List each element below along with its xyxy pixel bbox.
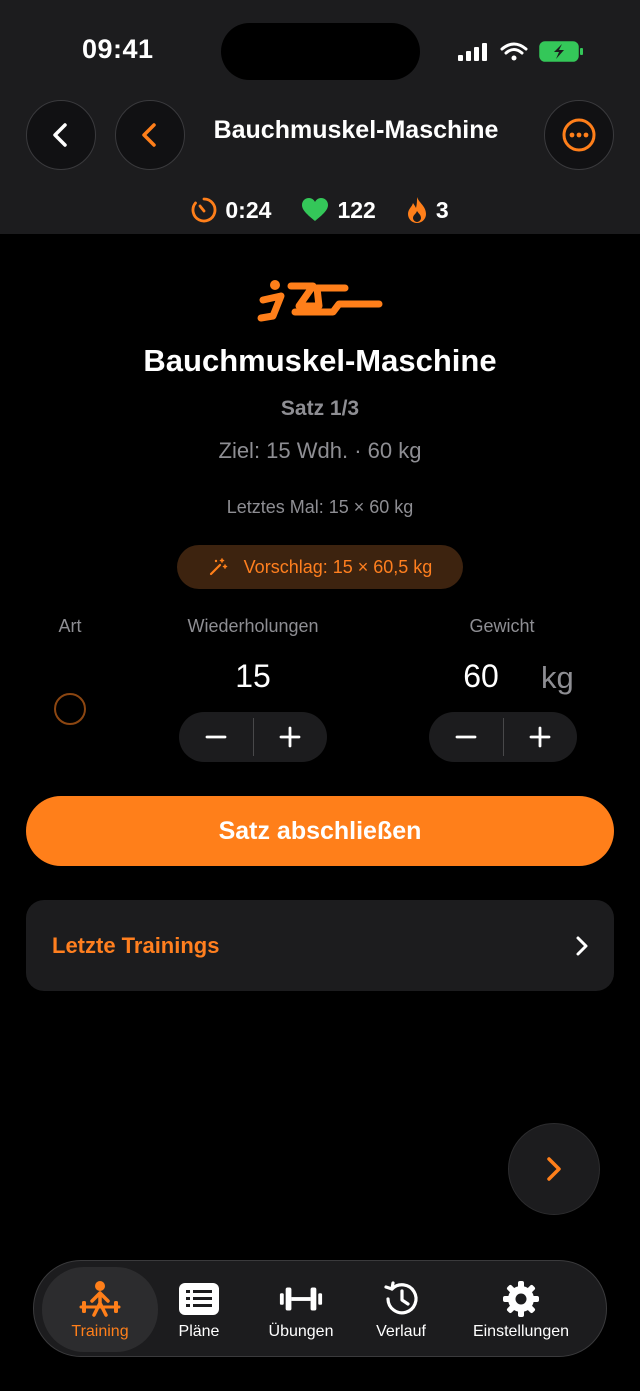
last-performance: Letztes Mal: 15 × 60 kg	[226, 497, 414, 517]
previous-exercise-button[interactable]	[115, 100, 185, 170]
tab-label: Einstellungen	[472, 1322, 570, 1340]
gear-icon	[498, 1279, 544, 1319]
tab-label: Verlauf	[376, 1322, 426, 1340]
reps-stepper	[179, 712, 327, 762]
ellipsis-circle-icon	[562, 118, 596, 152]
recent-trainings-label: Letzte Trainings	[52, 932, 220, 958]
set-type-toggle[interactable]	[54, 693, 86, 725]
timer-icon	[191, 197, 217, 223]
tab-exercises[interactable]: Übungen	[256, 1267, 346, 1352]
suggestion-text: Vorschlag: 15 × 60,5 kg	[243, 556, 433, 577]
tab-label: Übungen	[268, 1322, 334, 1340]
reps-label: Wiederholungen	[187, 616, 319, 636]
next-exercise-button[interactable]	[508, 1123, 600, 1215]
history-icon	[378, 1279, 424, 1319]
heart-rate-stat: 122	[301, 196, 376, 224]
minus-icon	[455, 735, 477, 739]
tab-label: Training	[71, 1322, 129, 1340]
plus-icon	[279, 726, 301, 748]
status-icons	[456, 38, 586, 66]
weight-decrement-button[interactable]	[429, 712, 503, 762]
flame-icon	[407, 197, 426, 223]
minus-icon	[205, 735, 227, 739]
heart-rate-value: 122	[337, 196, 376, 223]
list-icon	[176, 1279, 222, 1319]
tab-bar: Training Pläne Übungen Verlauf Einstellu…	[33, 1260, 607, 1357]
chevron-right-icon	[576, 936, 588, 955]
ab-crunch-machine-icon	[257, 280, 383, 322]
reps-value[interactable]: 15	[200, 658, 306, 695]
weight-value[interactable]: 60	[438, 658, 524, 695]
workout-stats: 0:24 122 3	[0, 192, 640, 228]
tab-label: Pläne	[178, 1322, 220, 1340]
tab-plans[interactable]: Pläne	[160, 1267, 238, 1352]
recent-trainings-row[interactable]: Letzte Trainings	[26, 900, 614, 991]
more-options-button[interactable]	[544, 100, 614, 170]
nav-title: Bauchmuskel-Maschine	[213, 116, 499, 144]
type-label: Art	[58, 616, 82, 636]
cellular-signal-icon	[458, 43, 487, 61]
suggestion-chip[interactable]: Vorschlag: 15 × 60,5 kg	[177, 545, 463, 589]
streak-stat: 3	[406, 196, 449, 224]
complete-set-button[interactable]: Satz abschließen	[26, 796, 614, 866]
reps-increment-button[interactable]	[254, 712, 328, 762]
elapsed-time-value: 0:24	[225, 196, 272, 223]
heart-icon	[302, 198, 329, 221]
set-target: Ziel: 15 Wdh. · 60 kg	[218, 438, 422, 463]
status-time: 09:41	[82, 34, 154, 64]
tab-training[interactable]: Training	[42, 1267, 158, 1352]
dumbbell-icon	[278, 1279, 324, 1319]
weightlifter-icon	[77, 1279, 123, 1319]
chevron-left-icon	[53, 123, 67, 147]
weight-stepper	[429, 712, 577, 762]
chevron-left-icon	[142, 123, 156, 147]
plus-icon	[529, 726, 551, 748]
magic-wand-icon	[209, 558, 227, 576]
wifi-icon	[500, 42, 528, 61]
elapsed-time-stat: 0:24	[191, 197, 271, 224]
weight-increment-button[interactable]	[504, 712, 578, 762]
weight-label: Gewicht	[469, 616, 535, 636]
chevron-right-icon	[547, 1157, 561, 1181]
exercise-name: Bauchmuskel-Maschine	[143, 343, 497, 378]
streak-value: 3	[435, 196, 449, 223]
tab-history[interactable]: Verlauf	[360, 1267, 442, 1352]
dynamic-island	[221, 23, 420, 80]
reps-decrement-button[interactable]	[179, 712, 253, 762]
set-counter: Satz 1/3	[280, 397, 360, 420]
close-back-button[interactable]	[26, 100, 96, 170]
weight-unit: kg	[541, 660, 574, 695]
tab-settings[interactable]: Einstellungen	[458, 1267, 584, 1352]
battery-charging-icon	[539, 41, 583, 62]
